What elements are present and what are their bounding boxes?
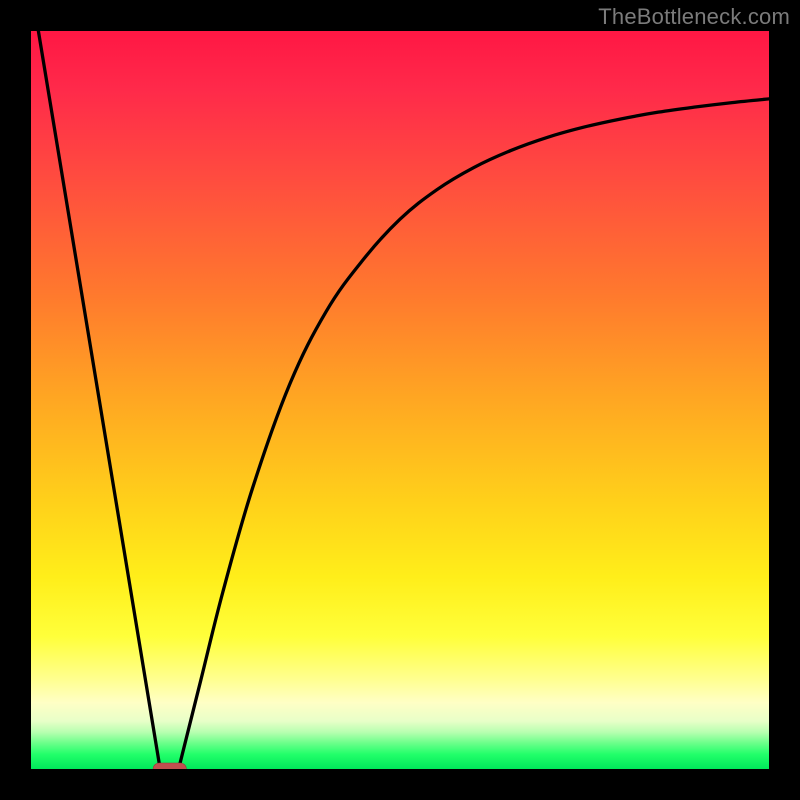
plot-area [31, 31, 769, 769]
chart-frame: TheBottleneck.com [0, 0, 800, 800]
right-curve [179, 99, 769, 769]
chart-curves [31, 31, 769, 769]
left-line [38, 31, 160, 769]
trough-marker [153, 763, 186, 769]
watermark-text: TheBottleneck.com [598, 4, 790, 30]
